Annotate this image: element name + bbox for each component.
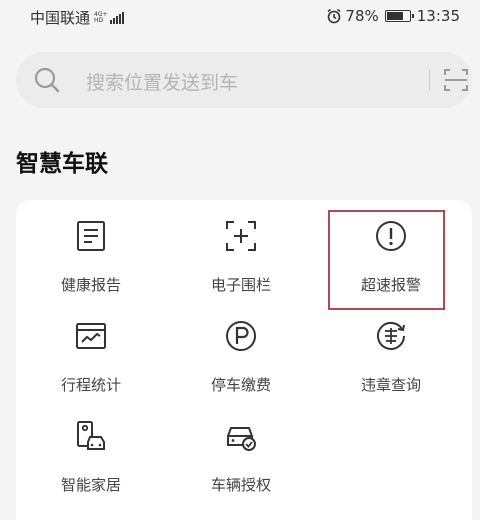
grid-item-label: 电子围栏 [210, 276, 271, 294]
network-type-bottom: HD [94, 16, 104, 24]
violation-icon [377, 321, 405, 350]
smart-home-icon [77, 421, 105, 450]
parking-icon [226, 321, 256, 351]
grid-item-label: 停车缴费 [210, 376, 271, 394]
search-icon [34, 67, 60, 93]
grid-item-trip-stats[interactable]: 行程统计 [16, 300, 166, 400]
grid-item-label: 违章查询 [360, 376, 421, 394]
scan-icon[interactable] [444, 68, 468, 92]
geofence-icon [226, 221, 256, 251]
signal-icon [109, 11, 124, 24]
grid-item-car-authorization[interactable]: 车辆授权 [166, 400, 316, 500]
search-bar[interactable]: 搜索位置发送到车 [16, 52, 472, 108]
status-left: 中国联通 4G+ HD [30, 7, 124, 28]
status-bar: 中国联通 4G+ HD 78% 13:35 [0, 0, 480, 34]
section-title: 智慧车联 [16, 151, 108, 177]
grid-item-label: 行程统计 [60, 376, 121, 394]
alarm-icon [327, 8, 341, 24]
grid-item-label: 智能家居 [60, 476, 121, 494]
trip-chart-icon [76, 323, 106, 349]
carrier-name: 中国联通 [30, 9, 91, 27]
battery-percent: 78% [345, 7, 379, 25]
grid-item-label: 健康报告 [60, 276, 121, 294]
search-divider [429, 69, 430, 91]
grid-item-parking-pay[interactable]: 停车缴费 [166, 300, 316, 400]
grid-item-violation-query[interactable]: 违章查询 [316, 300, 466, 400]
grid-item-label: 车辆授权 [210, 476, 271, 494]
grid-item-geofence[interactable]: 电子围栏 [166, 200, 316, 300]
highlight-frame [328, 210, 445, 310]
clock-time: 13:35 [416, 7, 460, 25]
network-type-tag: 4G+ HD [94, 11, 108, 24]
grid-item-health-report[interactable]: 健康报告 [16, 200, 166, 300]
search-input[interactable]: 搜索位置发送到车 [86, 68, 238, 95]
status-right: 78% 13:35 [326, 7, 460, 25]
report-icon [77, 221, 105, 251]
car-auth-icon [227, 427, 256, 451]
battery-icon [384, 10, 414, 22]
grid-item-smart-home[interactable]: 智能家居 [16, 400, 166, 500]
